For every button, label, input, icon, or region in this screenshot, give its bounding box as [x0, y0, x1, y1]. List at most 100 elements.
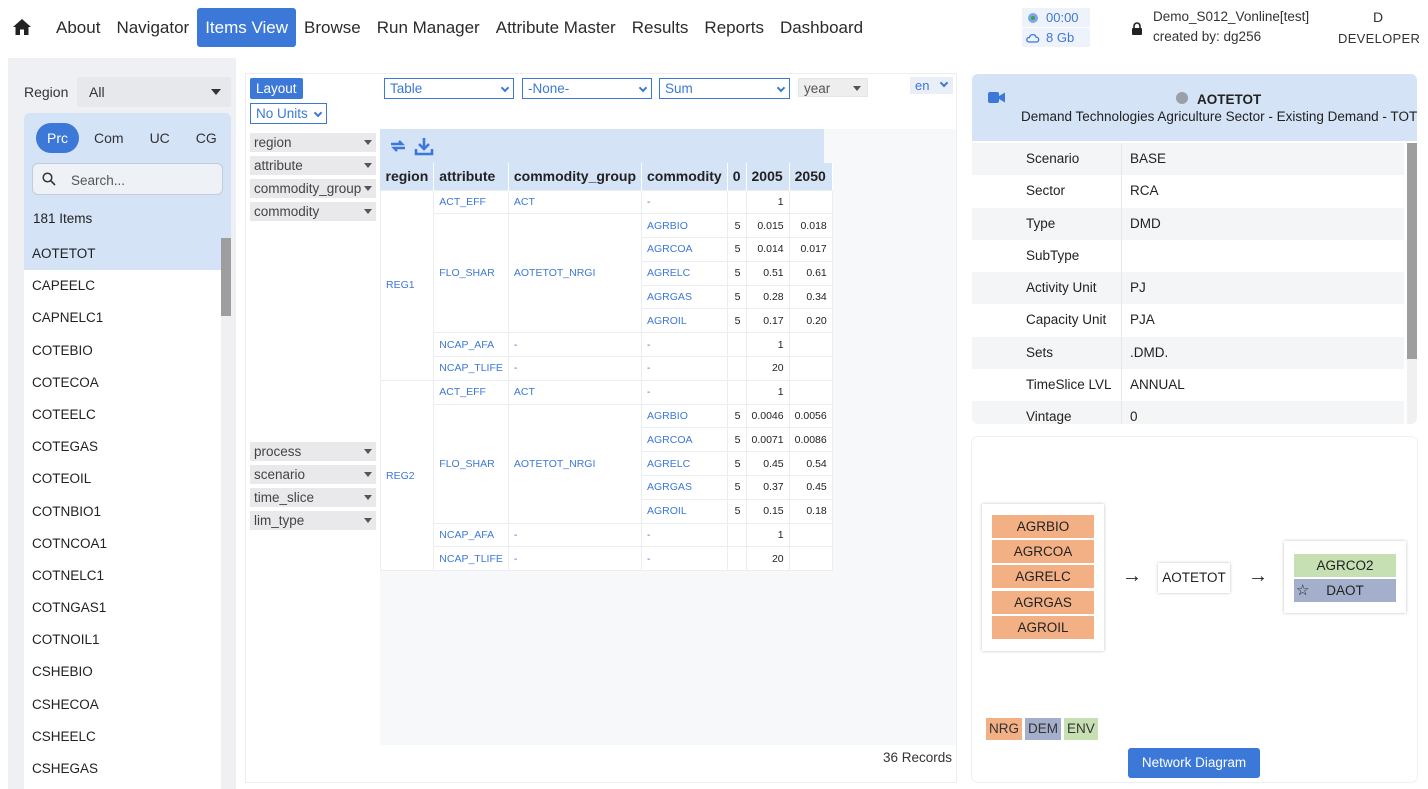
cell-value[interactable]: 0.15: [745, 498, 790, 524]
list-item[interactable]: COTNBIO1: [24, 496, 221, 528]
cell-value[interactable]: 0.0056: [788, 403, 833, 429]
pivot-field-attribute[interactable]: attribute: [250, 156, 376, 175]
cell-value[interactable]: 5: [726, 475, 747, 500]
cell-commodity[interactable]: AGRCOA: [641, 237, 728, 262]
layout-button[interactable]: Layout: [250, 78, 303, 99]
cell-region[interactable]: REG2: [379, 379, 435, 572]
scrollbar-thumb[interactable]: [1407, 143, 1417, 359]
region-select[interactable]: All: [77, 77, 231, 107]
list-item[interactable]: CSHEELC: [24, 721, 221, 753]
cell-value[interactable]: [726, 379, 747, 405]
cell-value[interactable]: [788, 189, 833, 215]
pivot-field-process[interactable]: process: [250, 442, 376, 461]
output-commodity[interactable]: ☆ DAOT: [1294, 579, 1396, 602]
cell-value[interactable]: 0.018: [788, 213, 833, 239]
cell-value[interactable]: [726, 356, 747, 381]
year-field-select[interactable]: year: [798, 78, 868, 97]
cell-commodity[interactable]: AGRGAS: [641, 284, 728, 310]
nav-results[interactable]: Results: [624, 8, 697, 47]
cell-value[interactable]: [788, 546, 833, 572]
list-item[interactable]: COTNGAS1: [24, 592, 221, 624]
cell-value[interactable]: 0.0071: [745, 427, 790, 453]
cell-commodity-group[interactable]: -: [507, 356, 643, 381]
column-header[interactable]: 0: [727, 163, 747, 190]
column-header[interactable]: attribute: [433, 163, 509, 190]
cell-value[interactable]: 20: [745, 356, 790, 381]
pivot-field-time-slice[interactable]: time_slice: [250, 488, 376, 507]
cell-attribute[interactable]: FLO_SHAR: [433, 403, 509, 524]
cell-value[interactable]: 0.0046: [745, 403, 790, 429]
cell-commodity[interactable]: -: [641, 189, 728, 215]
cell-attribute[interactable]: NCAP_AFA: [433, 332, 509, 358]
cell-commodity[interactable]: AGRBIO: [641, 403, 728, 429]
download-icon[interactable]: [414, 136, 434, 156]
cell-commodity[interactable]: AGRCOA: [641, 427, 728, 453]
cell-value[interactable]: 5: [726, 427, 747, 453]
cell-value[interactable]: [726, 332, 747, 358]
nav-reports[interactable]: Reports: [696, 8, 772, 47]
cell-commodity-group[interactable]: AOTETOT_NRGI: [507, 403, 643, 524]
cell-commodity-group[interactable]: -: [507, 522, 643, 548]
cell-value[interactable]: 0.45: [788, 475, 833, 500]
list-item[interactable]: COTEBIO: [24, 335, 221, 367]
cell-commodity-group[interactable]: -: [507, 332, 643, 358]
cell-commodity[interactable]: AGRGAS: [641, 475, 728, 500]
cell-attribute[interactable]: NCAP_TLIFE: [433, 546, 509, 572]
cell-region[interactable]: REG1: [379, 189, 435, 381]
video-camera-icon[interactable]: [988, 92, 1005, 103]
tab-prc[interactable]: Prc: [36, 123, 79, 153]
input-commodity[interactable]: AGRGAS: [992, 591, 1094, 614]
tab-com[interactable]: Com: [83, 123, 135, 153]
list-item[interactable]: COTEGAS: [24, 431, 221, 463]
output-commodity[interactable]: AGRCO2: [1294, 554, 1396, 577]
cell-commodity[interactable]: AGRELC: [641, 260, 728, 286]
list-item[interactable]: CSHECOA: [24, 689, 221, 721]
cell-value[interactable]: 0.51: [745, 260, 790, 286]
view-select[interactable]: Table: [384, 78, 514, 99]
cell-value[interactable]: 5: [726, 237, 747, 262]
list-item[interactable]: COTNCOA1: [24, 528, 221, 560]
column-header[interactable]: 2005: [746, 163, 790, 190]
nav-browse[interactable]: Browse: [296, 8, 369, 47]
cell-value[interactable]: 5: [726, 451, 747, 477]
pivot-field-region[interactable]: region: [250, 133, 376, 152]
cell-value[interactable]: 0.17: [745, 308, 790, 334]
cell-value[interactable]: 0.18: [788, 498, 833, 524]
cell-value[interactable]: 0.61: [788, 260, 833, 286]
cell-value[interactable]: [726, 546, 747, 572]
cell-value[interactable]: 5: [726, 498, 747, 524]
list-item[interactable]: COTEELC: [24, 399, 221, 431]
cell-commodity[interactable]: -: [641, 546, 728, 572]
cell-commodity[interactable]: -: [641, 522, 728, 548]
cell-attribute[interactable]: ACT_EFF: [433, 379, 509, 405]
cell-value[interactable]: 0.37: [745, 475, 790, 500]
cell-value[interactable]: 0.34: [788, 284, 833, 310]
list-item[interactable]: COTNELC1: [24, 560, 221, 592]
pivot-field-commodity-group[interactable]: commodity_group: [250, 179, 376, 198]
list-item[interactable]: CAPEELC: [24, 270, 221, 302]
cell-commodity[interactable]: AGRELC: [641, 451, 728, 477]
cell-commodity[interactable]: AGROIL: [641, 308, 728, 334]
nav-run-manager[interactable]: Run Manager: [369, 8, 488, 47]
input-commodity[interactable]: AGRBIO: [992, 515, 1094, 538]
cell-value[interactable]: 20: [745, 546, 790, 572]
diagram-process[interactable]: AOTETOT: [1158, 563, 1230, 593]
column-header[interactable]: commodity: [641, 163, 728, 190]
cell-value[interactable]: 5: [726, 260, 747, 286]
cell-value[interactable]: 0.015: [745, 213, 790, 239]
pivot-field-lim-type[interactable]: lim_type: [250, 511, 376, 530]
cell-commodity[interactable]: AGRBIO: [641, 213, 728, 239]
column-header[interactable]: region: [380, 163, 435, 190]
cell-commodity[interactable]: -: [641, 332, 728, 358]
cell-commodity[interactable]: AGROIL: [641, 498, 728, 524]
nav-navigator[interactable]: Navigator: [108, 8, 197, 47]
cell-value[interactable]: 0.20: [788, 308, 833, 334]
cell-value[interactable]: 0.54: [788, 451, 833, 477]
list-scrollbar[interactable]: [221, 238, 231, 789]
home-icon[interactable]: [12, 17, 32, 37]
cell-value[interactable]: 1: [745, 189, 790, 215]
list-item[interactable]: COTECOA: [24, 367, 221, 399]
pivot-field-commodity[interactable]: commodity: [250, 202, 376, 221]
cell-value[interactable]: [788, 379, 833, 405]
cell-value[interactable]: [788, 356, 833, 381]
